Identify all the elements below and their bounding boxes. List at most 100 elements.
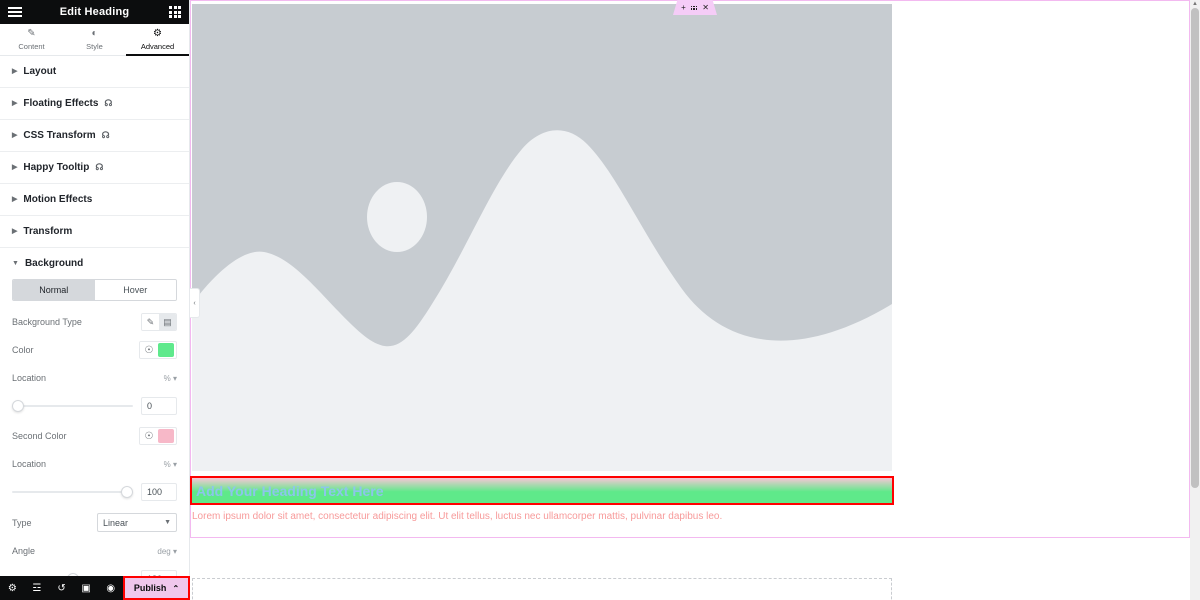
heading-text: Add Your Heading Text Here	[196, 482, 384, 499]
gradient-type-select[interactable]: Linear ▼	[97, 513, 177, 532]
globe-icon[interactable]: ☉	[140, 428, 158, 444]
tab-content-label: Content	[18, 41, 45, 51]
second-location-label: Location	[12, 459, 47, 469]
drag-handle-icon[interactable]	[690, 5, 698, 10]
background-controls: Normal Hover Background Type ✎ ▤ Color ☉	[0, 279, 189, 600]
section-floating-effects-label: Floating Effects	[23, 98, 99, 109]
empty-drop-container[interactable]	[192, 578, 892, 600]
unit-value: %	[163, 373, 171, 383]
scroll-up-arrow-icon[interactable]: ▲	[1190, 0, 1200, 8]
pro-badge-icon: ☊	[95, 162, 104, 172]
tab-style-label: Style	[86, 41, 103, 51]
panel-collapse-toggle[interactable]: ‹	[190, 288, 200, 318]
placeholder-image-svg	[192, 4, 892, 471]
normal-hover-toggle: Normal Hover	[12, 279, 177, 301]
section-motion-effects-label: Motion Effects	[23, 194, 93, 205]
color-swatch[interactable]	[158, 343, 174, 357]
unit-value: %	[163, 459, 171, 469]
angle-row: Angle deg ▾	[12, 542, 177, 560]
chevron-up-icon[interactable]: ⌃	[172, 584, 179, 593]
color-location-label: Location	[12, 373, 47, 383]
tab-style[interactable]: ◐ Style	[63, 24, 126, 55]
pencil-icon: ✎	[27, 27, 36, 39]
angle-label: Angle	[12, 546, 36, 556]
unit-selector[interactable]: % ▾	[164, 374, 177, 383]
tab-advanced-label: Advanced	[140, 41, 175, 51]
hamburger-icon[interactable]	[8, 5, 22, 19]
second-location-slider-row: 100	[12, 483, 177, 501]
history-icon[interactable]: ↺	[49, 576, 74, 600]
gradient-icon[interactable]: ▤	[159, 314, 176, 330]
preview-canvas: + ✕ Add Your Heading Text Here Lorem ips…	[190, 0, 1200, 600]
section-transform-label: Transform	[23, 226, 73, 237]
slider-track	[12, 405, 133, 407]
section-happy-tooltip[interactable]: ▶ Happy Tooltip ☊	[0, 152, 189, 184]
panel-footer: ⚙ ☲ ↺ ▣ ◉ Publish ⌃	[0, 576, 190, 600]
second-color-row: Second Color ☉	[12, 427, 177, 445]
section-css-transform-label: CSS Transform	[23, 130, 96, 141]
color-picker: ☉	[139, 341, 177, 359]
state-tab-normal[interactable]: Normal	[13, 280, 95, 300]
chevron-right-icon: ▶	[12, 132, 18, 139]
background-type-row: Background Type ✎ ▤	[12, 313, 177, 331]
section-happy-tooltip-label: Happy Tooltip	[23, 162, 90, 173]
chevron-right-icon: ▶	[12, 196, 18, 203]
color-location-slider-row: 0	[12, 397, 177, 415]
settings-gear-icon[interactable]: ⚙	[0, 576, 25, 600]
panel-header: Edit Heading	[0, 0, 189, 24]
color-location-row: Location % ▾	[12, 369, 177, 387]
section-background-label: Background	[24, 258, 84, 269]
color-label: Color	[12, 345, 34, 355]
placeholder-landscape-image[interactable]	[192, 4, 892, 471]
second-location-input[interactable]: 100	[141, 483, 177, 501]
editor-panel: Edit Heading ✎ Content ◐ Style ⚙ Advance…	[0, 0, 200, 600]
brush-icon[interactable]: ✎	[142, 314, 159, 330]
color-row: Color ☉	[12, 341, 177, 359]
section-motion-effects[interactable]: ▶ Motion Effects	[0, 184, 189, 216]
grid-apps-icon[interactable]	[167, 5, 181, 19]
pro-badge-icon: ☊	[104, 98, 113, 108]
color-location-input[interactable]: 0	[141, 397, 177, 415]
plus-icon[interactable]: +	[681, 3, 686, 12]
canvas-scrollbar[interactable]: ▲	[1190, 0, 1200, 600]
close-x-icon[interactable]: ✕	[702, 3, 709, 12]
gradient-type-value: Linear	[103, 517, 129, 528]
contrast-icon: ◐	[91, 27, 98, 39]
panel-title: Edit Heading	[59, 6, 130, 18]
section-transform[interactable]: ▶ Transform	[0, 216, 189, 248]
paragraph-text: Lorem ipsum dolor sit amet, consectetur …	[192, 511, 723, 522]
section-background[interactable]: ▼ Background	[0, 248, 189, 275]
heading-widget[interactable]: Add Your Heading Text Here	[190, 476, 894, 505]
second-location-slider[interactable]	[12, 485, 133, 499]
section-css-transform[interactable]: ▶ CSS Transform ☊	[0, 120, 189, 152]
background-type-buttons: ✎ ▤	[141, 313, 177, 331]
unit-selector[interactable]: deg ▾	[157, 547, 177, 556]
second-location-row: Location % ▾	[12, 455, 177, 473]
tab-advanced[interactable]: ⚙ Advanced	[126, 24, 189, 56]
globe-icon[interactable]: ☉	[140, 342, 158, 358]
chevron-right-icon: ▶	[12, 68, 18, 75]
gradient-type-label: Type	[12, 517, 32, 528]
chevron-right-icon: ▶	[12, 100, 18, 107]
tab-content[interactable]: ✎ Content	[0, 24, 63, 55]
panel-tabs: ✎ Content ◐ Style ⚙ Advanced	[0, 24, 189, 56]
chevron-down-icon: ▼	[12, 260, 19, 267]
color-location-slider[interactable]	[12, 399, 133, 413]
second-color-picker: ☉	[139, 427, 177, 445]
slider-track	[12, 491, 133, 493]
section-floating-effects[interactable]: ▶ Floating Effects ☊	[0, 88, 189, 120]
gradient-type-row: Type Linear ▼	[12, 513, 177, 532]
publish-button[interactable]: Publish ⌃	[123, 576, 190, 600]
state-tab-hover[interactable]: Hover	[94, 280, 176, 300]
slider-handle[interactable]	[12, 400, 24, 412]
section-layout[interactable]: ▶ Layout	[0, 56, 189, 88]
slider-handle[interactable]	[121, 486, 133, 498]
unit-selector[interactable]: % ▾	[164, 460, 177, 469]
scrollbar-thumb[interactable]	[1191, 8, 1199, 488]
preview-eye-icon[interactable]: ◉	[98, 576, 123, 600]
responsive-mode-icon[interactable]: ▣	[74, 576, 99, 600]
unit-value: deg	[157, 546, 171, 556]
navigator-layers-icon[interactable]: ☲	[25, 576, 50, 600]
panel-body: ▶ Layout ▶ Floating Effects ☊ ▶ CSS Tran…	[0, 56, 189, 600]
second-color-swatch[interactable]	[158, 429, 174, 443]
